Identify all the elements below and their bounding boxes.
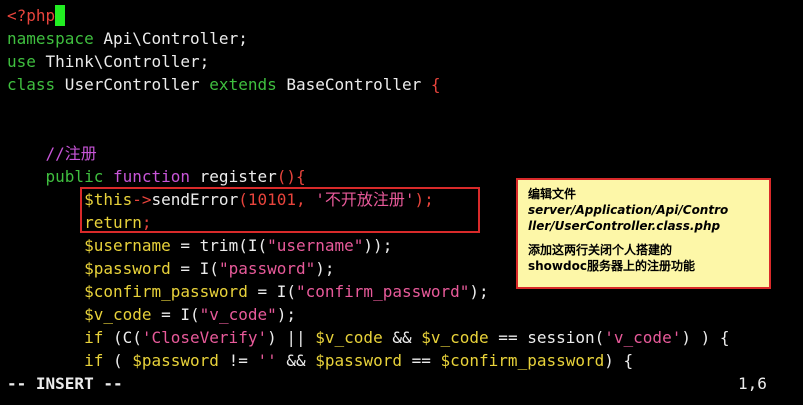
code-line[interactable]: $confirm_password = I("confirm_password"… [7, 280, 489, 303]
code-token: Api\Controller; [93, 29, 248, 48]
mode-indicator: -- INSERT -- [7, 374, 123, 393]
code-token: $password [84, 259, 171, 278]
status-line: -- INSERT -- 1,6 [0, 372, 803, 395]
code-token: $username [84, 236, 171, 255]
code-token: && [382, 328, 422, 347]
code-token: = I( [151, 305, 200, 324]
code-token: (){ [276, 167, 306, 186]
code-line[interactable]: if ( $password != '' && $password == $co… [7, 349, 633, 372]
code-token: = I( [247, 282, 296, 301]
code-token: UserController [55, 75, 210, 94]
cursor-position: 1,6 [738, 374, 767, 393]
code-token: ); [469, 282, 489, 301]
code-token: $v_code [315, 328, 383, 347]
code-token: ) || [267, 328, 316, 347]
code-token: = I( [170, 259, 219, 278]
code-token: $password [132, 351, 219, 370]
code-token: "password" [218, 259, 316, 278]
code-line[interactable]: $username = trim(I("username")); [7, 234, 392, 257]
code-token: "confirm_password" [296, 282, 470, 301]
code-token: (C( [103, 328, 142, 347]
code-token: $password [315, 351, 402, 370]
code-token: $confirm_password [440, 351, 605, 370]
code-token: //注册 [7, 144, 97, 163]
code-token: == session( [488, 328, 605, 347]
code-line[interactable]: class UserController extends BaseControl… [7, 73, 441, 96]
note-line-3: ller/UserController.class.php [528, 219, 721, 233]
code-token: ); [315, 259, 335, 278]
code-token: ( [103, 351, 133, 370]
code-token: '' [257, 351, 277, 370]
code-line[interactable]: use Think\Controller; [7, 50, 209, 73]
code-token: )); [363, 236, 393, 255]
code-token: { [430, 75, 441, 94]
code-line[interactable]: <?php [7, 4, 66, 27]
code-token: $v_code [84, 305, 152, 324]
code-token: 'v_code' [604, 328, 682, 347]
code-token: class [7, 75, 56, 94]
code-token: extends [209, 75, 277, 94]
note-line-5: showdoc服务器上的注册功能 [528, 259, 695, 273]
code-token: function [112, 167, 191, 186]
text-cursor [55, 5, 66, 26]
code-token: 'CloseVerify' [141, 328, 268, 347]
code-token: $v_code [421, 328, 489, 347]
note-line-1: 编辑文件 [528, 187, 577, 201]
code-token: = trim(I( [170, 236, 268, 255]
highlight-box [80, 187, 480, 233]
code-token: public [7, 167, 113, 186]
code-line[interactable]: if (C('CloseVerify') || $v_code && $v_co… [7, 326, 730, 349]
code-token: $confirm_password [84, 282, 248, 301]
code-token: == [401, 351, 441, 370]
code-token: "username" [267, 236, 364, 255]
code-token: register [190, 167, 277, 186]
code-line[interactable]: public function register(){ [7, 165, 306, 188]
code-token: ) ) { [681, 328, 730, 347]
code-token: <?php [7, 6, 56, 25]
code-line[interactable]: //注册 [7, 142, 97, 165]
annotation-note: 编辑文件 server/Application/Api/Contro ller/… [516, 178, 771, 289]
code-token: BaseController [276, 75, 431, 94]
note-line-4: 添加这两行关闭个人搭建的 [528, 243, 673, 257]
code-token: ); [276, 305, 296, 324]
code-token: if [7, 328, 104, 347]
code-token: "v_code" [199, 305, 277, 324]
code-token: Think\Controller; [35, 52, 210, 71]
code-line[interactable]: $v_code = I("v_code"); [7, 303, 296, 326]
code-token: && [276, 351, 316, 370]
code-token: != [218, 351, 258, 370]
code-token: if [7, 351, 104, 370]
code-token: use [7, 52, 36, 71]
code-token: namespace [7, 29, 94, 48]
vim-editor[interactable]: <?php namespace Api\Controller; use Think\… [0, 0, 803, 405]
code-line[interactable]: namespace Api\Controller; [7, 27, 248, 50]
code-token: ) { [604, 351, 634, 370]
code-line[interactable]: $password = I("password"); [7, 257, 335, 280]
note-line-2: server/Application/Api/Contro [528, 203, 729, 217]
